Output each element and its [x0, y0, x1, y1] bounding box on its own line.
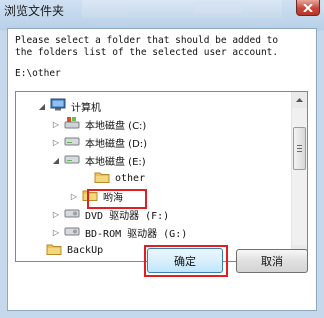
dialog-window: 浏览文件夹 Please select a folder that should… [0, 0, 324, 318]
close-button[interactable] [296, 0, 320, 16]
close-icon [303, 3, 313, 12]
tree-item-bd-g[interactable]: ▷ BD-ROM 驱动器 (G:) [52, 223, 187, 241]
tree-item-label: BD-ROM 驱动器 (G:) [85, 228, 188, 240]
dialog-description: Please select a folder that should be ad… [15, 35, 279, 58]
dvd-drive-icon [64, 206, 80, 223]
tree-item-label: BackUp [67, 244, 104, 256]
collapsed-arrow-icon[interactable]: ▷ [70, 192, 78, 201]
background-window [82, 0, 324, 18]
chevron-up-icon [296, 98, 303, 102]
expanded-arrow-icon[interactable]: ◢ [52, 156, 60, 165]
tree-item-computer[interactable]: ◢ 计算机 [38, 97, 101, 115]
system-drive-icon [64, 116, 80, 133]
scroll-thumb[interactable] [293, 127, 306, 170]
tree-item-label: 计算机 [71, 102, 101, 114]
tree-item-drive-c[interactable]: ▷ 本地磁盘 (C:) [52, 115, 146, 133]
folder-icon [94, 170, 110, 187]
scroll-up-button[interactable] [292, 92, 307, 108]
tree-item-other[interactable]: other [82, 169, 145, 187]
tree-item-backup[interactable]: BackUp [34, 241, 103, 259]
collapsed-arrow-icon[interactable]: ▷ [52, 120, 60, 129]
collapsed-arrow-icon[interactable]: ▷ [52, 210, 60, 219]
folder-tree[interactable]: ◢ 计算机 ▷ 本地磁盘 (C:) ▷ 本地磁盘 (D:) ◢ 本地磁盘 (E:… [15, 91, 308, 262]
tree-item-drive-e[interactable]: ◢ 本地磁盘 (E:) [52, 151, 146, 169]
tree-item-label: 本地磁盘 (C:) [85, 120, 147, 132]
computer-icon [50, 98, 66, 115]
tree-item-drive-d[interactable]: ▷ 本地磁盘 (D:) [52, 133, 147, 151]
tree-item-label: 本地磁盘 (E:) [85, 156, 146, 168]
vertical-scrollbar[interactable] [291, 92, 307, 261]
cancel-button[interactable]: 取消 [236, 249, 308, 273]
tree-item-label: other [115, 172, 146, 184]
expanded-arrow-icon[interactable]: ◢ [38, 102, 46, 111]
window-title: 浏览文件夹 [4, 4, 65, 18]
collapsed-arrow-icon[interactable]: ▷ [52, 228, 60, 237]
tree-item-label: 本地磁盘 (D:) [85, 138, 148, 150]
drive-icon [64, 152, 80, 169]
ok-button[interactable]: 确定 [147, 248, 223, 273]
selected-path: E:\other [15, 68, 61, 79]
bd-drive-icon [64, 224, 80, 241]
folder-icon [46, 242, 62, 259]
background-tab [194, 1, 242, 13]
drive-icon [64, 134, 80, 151]
highlight-box-other [87, 189, 147, 209]
collapsed-arrow-icon[interactable]: ▷ [52, 138, 60, 147]
